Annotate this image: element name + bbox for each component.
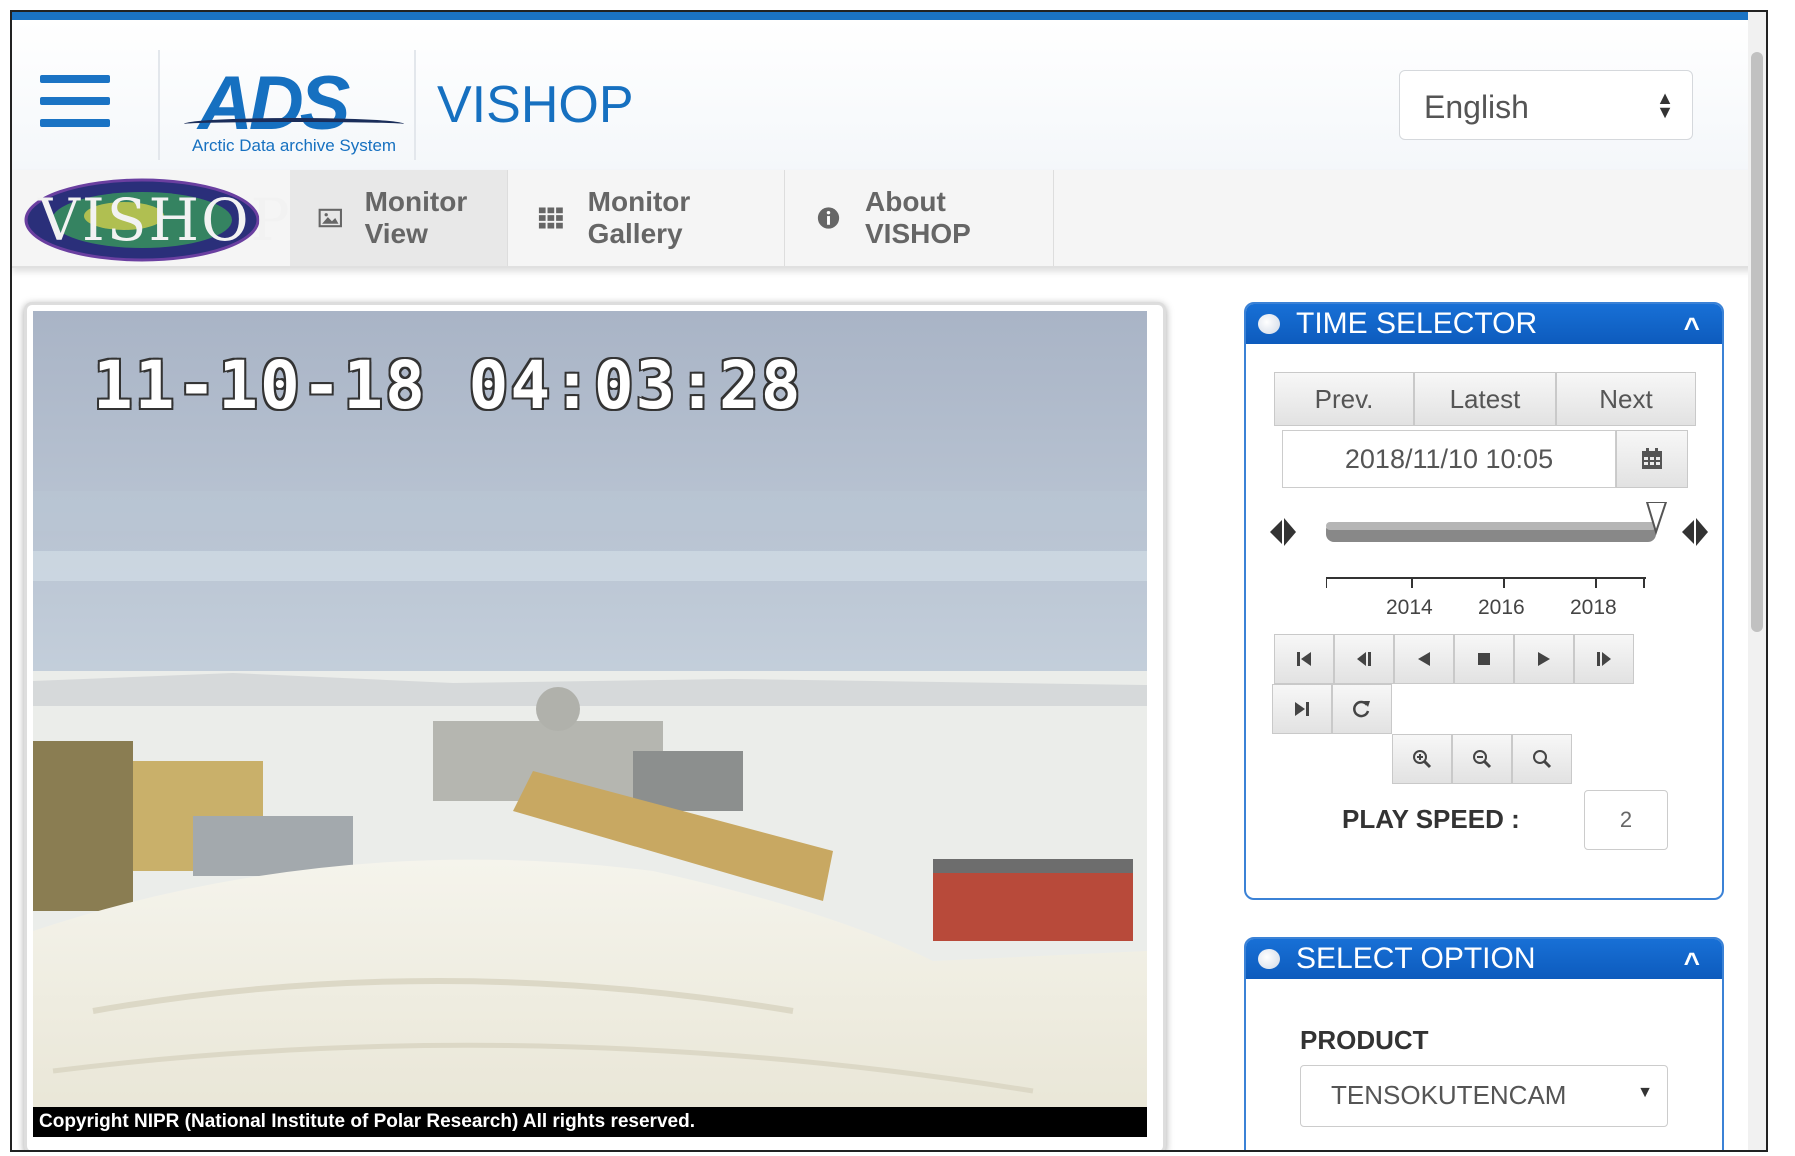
prev-button[interactable]: Prev. <box>1274 372 1414 426</box>
camera-scene <box>33 311 1147 1137</box>
tab-monitor-view[interactable]: Monitor View <box>290 170 508 266</box>
timeline-slider[interactable] <box>1270 502 1710 564</box>
navbar: VISHOP Monitor View Monitor Gallery Abou… <box>12 170 1766 268</box>
copyright-text: Copyright NIPR (National Institute of Po… <box>33 1107 1147 1137</box>
select-arrows-icon: ▲ ▼ <box>1656 88 1674 122</box>
time-selector-header[interactable]: TIME SELECTOR ^ <box>1246 304 1722 344</box>
search-icon <box>1533 750 1552 769</box>
product-selected: TENSOKUTENCAM <box>1331 1080 1567 1110</box>
timeline-tick-label: 2016 <box>1478 596 1525 619</box>
monitor-image-panel: 11-10-18 04:03:28 Copyright NIPR (Nation… <box>24 302 1166 1150</box>
select-option-panel: SELECT OPTION ^ PRODUCT TENSOKUTENCAM ▼ <box>1244 937 1724 1150</box>
ads-logo-subtitle: Arctic Data archive System <box>192 136 397 155</box>
vishop-badge-text: VISHOP <box>38 186 292 254</box>
header: ADS Arctic Data archive System VISHOP En… <box>12 20 1766 170</box>
chevron-up-icon[interactable]: ^ <box>1684 943 1700 983</box>
zoom-in-icon <box>1413 750 1432 769</box>
first-frame-button[interactable] <box>1274 634 1334 684</box>
chevron-up-icon[interactable]: ^ <box>1684 308 1700 348</box>
play-backward-icon <box>1418 652 1430 666</box>
skip-to-end-icon <box>1295 702 1309 716</box>
latest-button[interactable]: Latest <box>1414 372 1556 426</box>
tab-monitor-view-label: Monitor View <box>364 186 468 249</box>
scrollbar-thumb[interactable] <box>1751 52 1763 632</box>
step-forward-button[interactable] <box>1574 634 1634 684</box>
select-option-title: SELECT OPTION <box>1296 942 1536 975</box>
ads-logo-text: ADS <box>198 61 350 146</box>
tab-monitor-gallery[interactable]: Monitor Gallery <box>509 170 785 266</box>
info-icon <box>817 207 840 229</box>
zoom-reset-button[interactable] <box>1512 734 1572 784</box>
calendar-button[interactable] <box>1616 430 1688 488</box>
tab-about-vishop[interactable]: About VISHOP <box>786 170 1054 266</box>
logo-swoosh <box>184 118 404 130</box>
play-button[interactable] <box>1514 634 1574 684</box>
prev-button-label: Prev. <box>1314 383 1374 414</box>
next-button[interactable]: Next <box>1556 372 1696 426</box>
vishop-badge-logo[interactable]: VISHOP <box>24 178 292 262</box>
tab-monitor-gallery-label: Monitor Gallery <box>587 186 691 249</box>
play-icon <box>1538 652 1550 666</box>
grid-icon <box>538 207 563 229</box>
time-selector-title: TIME SELECTOR <box>1296 307 1538 340</box>
refresh-button[interactable] <box>1332 684 1392 734</box>
product-select[interactable]: TENSOKUTENCAM ▼ <box>1300 1065 1668 1127</box>
timeline-axis <box>1326 577 1646 588</box>
play-backward-button[interactable] <box>1394 634 1454 684</box>
panel-bullet-icon <box>1258 949 1280 969</box>
select-option-header[interactable]: SELECT OPTION ^ <box>1246 939 1722 979</box>
top-accent-bar <box>12 12 1766 20</box>
timeline-tick-label: 2014 <box>1386 596 1433 619</box>
time-selector-panel: TIME SELECTOR ^ Prev. Latest Next 2018/1… <box>1244 302 1724 900</box>
page-scrollbar[interactable] <box>1748 12 1766 1150</box>
latest-button-label: Latest <box>1449 383 1521 414</box>
skip-to-start-icon <box>1297 652 1311 666</box>
panel-bullet-icon <box>1258 314 1280 334</box>
timeline-tick-label: 2018 <box>1570 596 1617 619</box>
zoom-out-icon <box>1473 750 1492 769</box>
last-frame-button[interactable] <box>1272 684 1332 734</box>
calendar-icon <box>1642 448 1662 469</box>
play-speed-input[interactable]: 2 <box>1584 790 1668 850</box>
date-input[interactable]: 2018/11/10 10:05 <box>1282 430 1616 488</box>
zoom-out-button[interactable] <box>1452 734 1512 784</box>
stop-icon <box>1478 653 1490 665</box>
language-selected: English <box>1424 89 1529 125</box>
step-forward-icon <box>1597 652 1611 666</box>
header-divider <box>158 50 160 160</box>
step-back-button[interactable] <box>1334 634 1394 684</box>
camera-timestamp: 11-10-18 04:03:28 <box>93 347 803 424</box>
camera-image[interactable]: 11-10-18 04:03:28 Copyright NIPR (Nation… <box>33 311 1147 1137</box>
image-icon <box>318 208 342 228</box>
stop-button[interactable] <box>1454 634 1514 684</box>
play-speed-label: PLAY SPEED : <box>1342 804 1520 834</box>
ads-logo[interactable]: ADS Arctic Data archive System <box>180 60 410 160</box>
browser-frame: ADS Arctic Data archive System VISHOP En… <box>10 10 1768 1152</box>
product-label: PRODUCT <box>1300 1025 1429 1055</box>
next-button-label: Next <box>1599 383 1653 414</box>
tab-about-vishop-label: About VISHOP <box>865 186 971 249</box>
menu-icon[interactable] <box>40 75 110 127</box>
header-divider <box>414 50 416 160</box>
zoom-in-button[interactable] <box>1392 734 1452 784</box>
refresh-icon <box>1353 700 1370 718</box>
step-back-icon <box>1357 652 1371 666</box>
language-select[interactable]: English ▲ ▼ <box>1399 70 1693 140</box>
app-title: VISHOP <box>437 76 634 134</box>
chevron-down-icon: ▼ <box>1637 1084 1653 1101</box>
